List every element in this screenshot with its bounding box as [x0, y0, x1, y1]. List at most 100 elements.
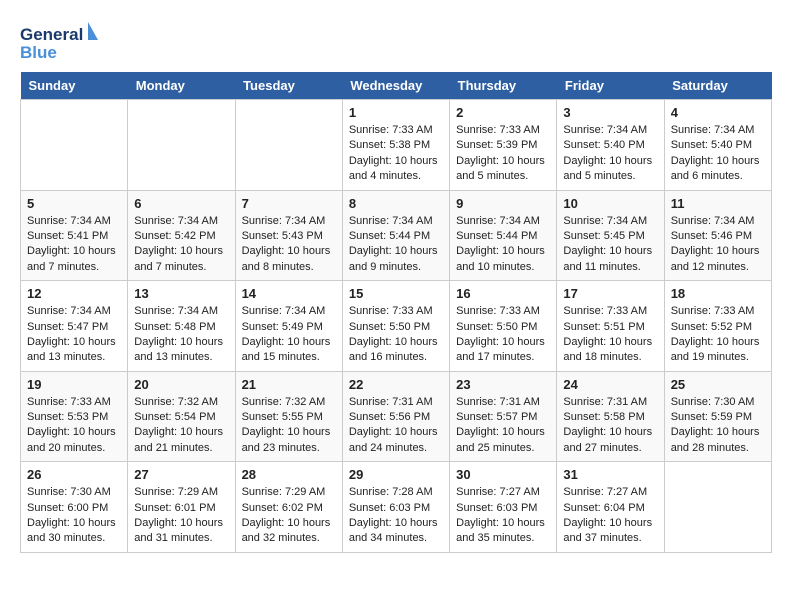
- sunset-text: Sunset: 5:41 PM: [27, 229, 121, 244]
- page-header: General Blue: [20, 20, 772, 62]
- cell-content: Sunrise: 7:34 AMSunset: 5:40 PMDaylight:…: [671, 123, 765, 185]
- calendar-cell: 27 Sunrise: 7:29 AMSunset: 6:01 PMDayligh…: [128, 462, 235, 553]
- sunrise-text: Sunrise: 7:29 AM: [242, 485, 336, 500]
- sunset-text: Sunset: 6:01 PM: [134, 501, 228, 516]
- sunrise-text: Sunrise: 7:34 AM: [242, 304, 336, 319]
- cell-content: Sunrise: 7:34 AMSunset: 5:43 PMDaylight:…: [242, 214, 336, 276]
- calendar-cell: 29Sunrise: 7:28 AMSunset: 6:03 PMDayligh…: [342, 462, 449, 553]
- sunrise-text: Sunrise: 7:27 AM: [456, 485, 550, 500]
- sunrise-text: Sunrise: 7:33 AM: [563, 304, 657, 319]
- calendar-cell: 13Sunrise: 7:34 AMSunset: 5:48 PMDayligh…: [128, 281, 235, 372]
- daylight-text: Daylight: 10 hours and 37 minutes.: [563, 516, 657, 547]
- day-header-sunday: Sunday: [21, 72, 128, 100]
- day-number: 10: [563, 196, 657, 211]
- daylight-text: Daylight: 10 hours and 5 minutes.: [563, 154, 657, 185]
- daylight-text: Daylight: 10 hours and 12 minutes.: [671, 244, 765, 275]
- cell-content: Sunrise: 7:31 AMSunset: 5:57 PMDaylight:…: [456, 395, 550, 457]
- daylight-text: Daylight: 10 hours and 20 minutes.: [27, 425, 121, 456]
- sunset-text: Sunset: 5:47 PM: [27, 320, 121, 335]
- sunrise-text: Sunrise: 7:34 AM: [671, 123, 765, 138]
- sunrise-text: Sunrise: 7:34 AM: [27, 214, 121, 229]
- day-header-monday: Monday: [128, 72, 235, 100]
- day-number: 17: [563, 286, 657, 301]
- day-header-wednesday: Wednesday: [342, 72, 449, 100]
- sunrise-text: Sunrise: 7:33 AM: [456, 304, 550, 319]
- sunset-text: Sunset: 5:49 PM: [242, 320, 336, 335]
- daylight-text: Daylight: 10 hours and 6 minutes.: [671, 154, 765, 185]
- week-row-5: 26Sunrise: 7:30 AMSunset: 6:00 PMDayligh…: [21, 462, 772, 553]
- header-row: SundayMondayTuesdayWednesdayThursdayFrid…: [21, 72, 772, 100]
- sunset-text: Sunset: 5:51 PM: [563, 320, 657, 335]
- sunset-text: Sunset: 6:03 PM: [456, 501, 550, 516]
- calendar-cell: 25Sunrise: 7:30 AMSunset: 5:59 PMDayligh…: [664, 371, 771, 462]
- cell-content: Sunrise: 7:31 AMSunset: 5:56 PMDaylight:…: [349, 395, 443, 457]
- day-number: 2: [456, 105, 550, 120]
- week-row-1: 1Sunrise: 7:33 AMSunset: 5:38 PMDaylight…: [21, 100, 772, 191]
- cell-content: Sunrise: 7:32 AMSunset: 5:55 PMDaylight:…: [242, 395, 336, 457]
- daylight-text: Daylight: 10 hours and 4 minutes.: [349, 154, 443, 185]
- logo: General Blue: [20, 20, 100, 62]
- cell-content: Sunrise: 7:30 AMSunset: 6:00 PMDaylight:…: [27, 485, 121, 547]
- sunset-text: Sunset: 5:42 PM: [134, 229, 228, 244]
- calendar-cell: 19Sunrise: 7:33 AMSunset: 5:53 PMDayligh…: [21, 371, 128, 462]
- sunset-text: Sunset: 5:46 PM: [671, 229, 765, 244]
- sunset-text: Sunset: 5:59 PM: [671, 410, 765, 425]
- cell-content: Sunrise: 7:34 AMSunset: 5:47 PMDaylight:…: [27, 304, 121, 366]
- sunset-text: Sunset: 5:40 PM: [563, 138, 657, 153]
- sunrise-text: Sunrise: 7:34 AM: [563, 123, 657, 138]
- day-number: 23: [456, 377, 550, 392]
- day-number: 7: [242, 196, 336, 211]
- calendar-cell: 30 Sunrise: 7:27 AMSunset: 6:03 PMDayligh…: [450, 462, 557, 553]
- day-number: 20: [134, 377, 228, 392]
- day-number: 25: [671, 377, 765, 392]
- sunrise-text: Sunrise: 7:34 AM: [134, 214, 228, 229]
- calendar-cell: [128, 100, 235, 191]
- week-row-2: 5Sunrise: 7:34 AMSunset: 5:41 PMDaylight…: [21, 190, 772, 281]
- sunrise-text: Sunrise: 7:32 AM: [242, 395, 336, 410]
- calendar-cell: 1Sunrise: 7:33 AMSunset: 5:38 PMDaylight…: [342, 100, 449, 191]
- sunset-text: Sunset: 5:48 PM: [134, 320, 228, 335]
- day-number: 14: [242, 286, 336, 301]
- daylight-text: Daylight: 10 hours and 5 minutes.: [456, 154, 550, 185]
- calendar-cell: [235, 100, 342, 191]
- cell-content: Sunrise: 7:33 AMSunset: 5:38 PMDaylight:…: [349, 123, 443, 185]
- daylight-text: Daylight: 10 hours and 25 minutes.: [456, 425, 550, 456]
- week-row-4: 19Sunrise: 7:33 AMSunset: 5:53 PMDayligh…: [21, 371, 772, 462]
- sunrise-text: Sunrise: 7:33 AM: [27, 395, 121, 410]
- calendar-cell: 20Sunrise: 7:32 AMSunset: 5:54 PMDayligh…: [128, 371, 235, 462]
- calendar-cell: [664, 462, 771, 553]
- daylight-text: Daylight: 10 hours and 11 minutes.: [563, 244, 657, 275]
- daylight-text: Daylight: 10 hours and 35 minutes.: [456, 516, 550, 547]
- cell-content: Sunrise: 7:29 AMSunset: 6:01 PMDaylight:…: [134, 485, 228, 547]
- calendar-cell: 23 Sunrise: 7:31 AMSunset: 5:57 PMDayligh…: [450, 371, 557, 462]
- daylight-text: Daylight: 10 hours and 31 minutes.: [134, 516, 228, 547]
- daylight-text: Daylight: 10 hours and 17 minutes.: [456, 335, 550, 366]
- cell-content: Sunrise: 7:33 AMSunset: 5:50 PMDaylight:…: [349, 304, 443, 366]
- cell-content: Sunrise: 7:33 AMSunset: 5:52 PMDaylight:…: [671, 304, 765, 366]
- sunset-text: Sunset: 5:56 PM: [349, 410, 443, 425]
- day-number: 30: [456, 467, 550, 482]
- cell-content: Sunrise: 7:33 AMSunset: 5:53 PMDaylight:…: [27, 395, 121, 457]
- day-number: 28: [242, 467, 336, 482]
- sunrise-text: Sunrise: 7:31 AM: [563, 395, 657, 410]
- cell-content: Sunrise: 7:34 AMSunset: 5:44 PMDaylight:…: [349, 214, 443, 276]
- week-row-3: 12Sunrise: 7:34 AMSunset: 5:47 PMDayligh…: [21, 281, 772, 372]
- cell-content: Sunrise: 7:34 AMSunset: 5:45 PMDaylight:…: [563, 214, 657, 276]
- day-number: 24: [563, 377, 657, 392]
- sunrise-text: Sunrise: 7:31 AM: [349, 395, 443, 410]
- calendar-cell: 8Sunrise: 7:34 AMSunset: 5:44 PMDaylight…: [342, 190, 449, 281]
- day-header-saturday: Saturday: [664, 72, 771, 100]
- day-number: 29: [349, 467, 443, 482]
- sunrise-text: Sunrise: 7:27 AM: [563, 485, 657, 500]
- calendar-cell: 9Sunrise: 7:34 AMSunset: 5:44 PMDaylight…: [450, 190, 557, 281]
- sunrise-text: Sunrise: 7:34 AM: [134, 304, 228, 319]
- daylight-text: Daylight: 10 hours and 15 minutes.: [242, 335, 336, 366]
- sunset-text: Sunset: 5:54 PM: [134, 410, 228, 425]
- cell-content: Sunrise: 7:27 AMSunset: 6:03 PMDaylight:…: [456, 485, 550, 547]
- day-number: 27: [134, 467, 228, 482]
- cell-content: Sunrise: 7:31 AMSunset: 5:58 PMDaylight:…: [563, 395, 657, 457]
- sunset-text: Sunset: 5:38 PM: [349, 138, 443, 153]
- sunrise-text: Sunrise: 7:34 AM: [456, 214, 550, 229]
- sunset-text: Sunset: 5:43 PM: [242, 229, 336, 244]
- calendar-cell: 3Sunrise: 7:34 AMSunset: 5:40 PMDaylight…: [557, 100, 664, 191]
